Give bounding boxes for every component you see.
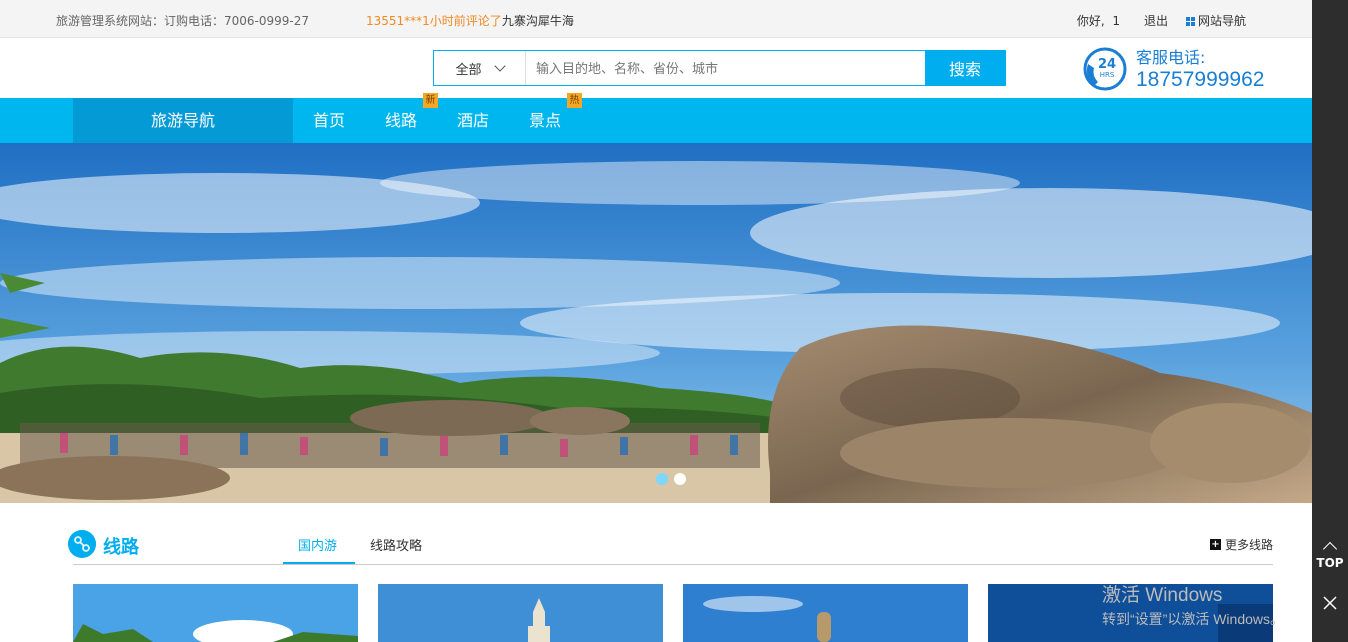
nav-item-hotels[interactable]: 酒店 (437, 98, 509, 143)
route-card[interactable] (73, 584, 358, 642)
site-info: 旅游管理系统网站：订购电话：7006-0999-27 (56, 14, 310, 28)
more-routes-link[interactable]: + 更多线路 (1209, 536, 1273, 553)
chevron-up-icon (1322, 541, 1338, 557)
latest-review[interactable]: 13551***1小时前评论了九寨沟犀牛海 (366, 12, 574, 29)
search-button[interactable]: 搜索 (925, 51, 1005, 85)
banner-image (0, 143, 1312, 503)
route-card[interactable] (683, 584, 968, 642)
windows-activation-watermark: 激活 Windows 转到“设置”以激活 Windows。 (1102, 585, 1285, 627)
carousel-dot[interactable] (656, 473, 668, 485)
review-author: 13551***1小时前评论了 (366, 14, 502, 28)
hotline-label: 客服电话: (1136, 48, 1206, 67)
nav-item-scenic[interactable]: 景点热 (509, 93, 582, 143)
tab-route-guide[interactable]: 线路攻略 (370, 535, 422, 554)
carousel-dots (656, 473, 686, 485)
grid-icon (1185, 17, 1195, 26)
chevron-down-icon (493, 60, 506, 72)
new-badge: 新 (423, 93, 438, 108)
review-place: 九寨沟犀牛海 (501, 14, 574, 28)
search-input[interactable] (526, 51, 925, 85)
search-box: 全部 搜索 (433, 50, 1006, 86)
svg-text:24: 24 (1098, 57, 1116, 72)
tab-domestic[interactable]: 国内游 (298, 535, 337, 554)
greeting: 你好, 1 (1076, 14, 1120, 28)
nav-item-routes[interactable]: 线路新 (365, 93, 438, 143)
active-tab-indicator (283, 562, 355, 564)
route-card[interactable] (378, 584, 663, 642)
route-card-image (73, 584, 358, 642)
site-nav-link[interactable]: 网站导航 (1185, 12, 1246, 29)
route-icon (68, 530, 96, 558)
user-area: 你好, 1 退出 网站导航 (1077, 12, 1246, 29)
header: 全部 搜索 24 HRS 客服电话: 18757999962 (0, 38, 1312, 98)
route-card-image (683, 584, 968, 642)
back-to-top-button[interactable]: TOP (1312, 540, 1348, 570)
nav-travel-guide[interactable]: 旅游导航 (73, 98, 293, 143)
svg-text:HRS: HRS (1100, 71, 1115, 79)
nav-item-home[interactable]: 首页 (293, 98, 365, 143)
user-id[interactable]: 1 (1112, 14, 1120, 28)
route-card-image (378, 584, 663, 642)
main-nav: 旅游导航 首页 线路新 酒店 景点热 (0, 93, 1312, 143)
section-title: 线路 (103, 537, 139, 558)
route-cards (73, 584, 1273, 642)
top-bar: 旅游管理系统网站：订购电话：7006-0999-27 13551***1小时前评… (0, 0, 1312, 38)
search-category-select[interactable]: 全部 (434, 51, 526, 85)
routes-section-header: 线路 国内游 线路攻略 + 更多线路 (68, 525, 1273, 565)
plus-icon: + (1209, 539, 1221, 550)
close-icon[interactable] (1323, 596, 1337, 610)
phone-24hrs-icon: 24 HRS (1083, 47, 1127, 91)
hotline-number: 18757999962 (1136, 68, 1265, 91)
carousel-dot[interactable] (674, 473, 686, 485)
page: 旅游管理系统网站：订购电话：7006-0999-27 13551***1小时前评… (0, 0, 1312, 642)
right-rail: TOP (1312, 0, 1348, 642)
hot-badge: 热 (567, 93, 582, 108)
banner-carousel[interactable] (0, 143, 1312, 503)
logout-link[interactable]: 退出 (1144, 12, 1168, 29)
hotline: 24 HRS 客服电话: 18757999962 (1082, 46, 1264, 92)
